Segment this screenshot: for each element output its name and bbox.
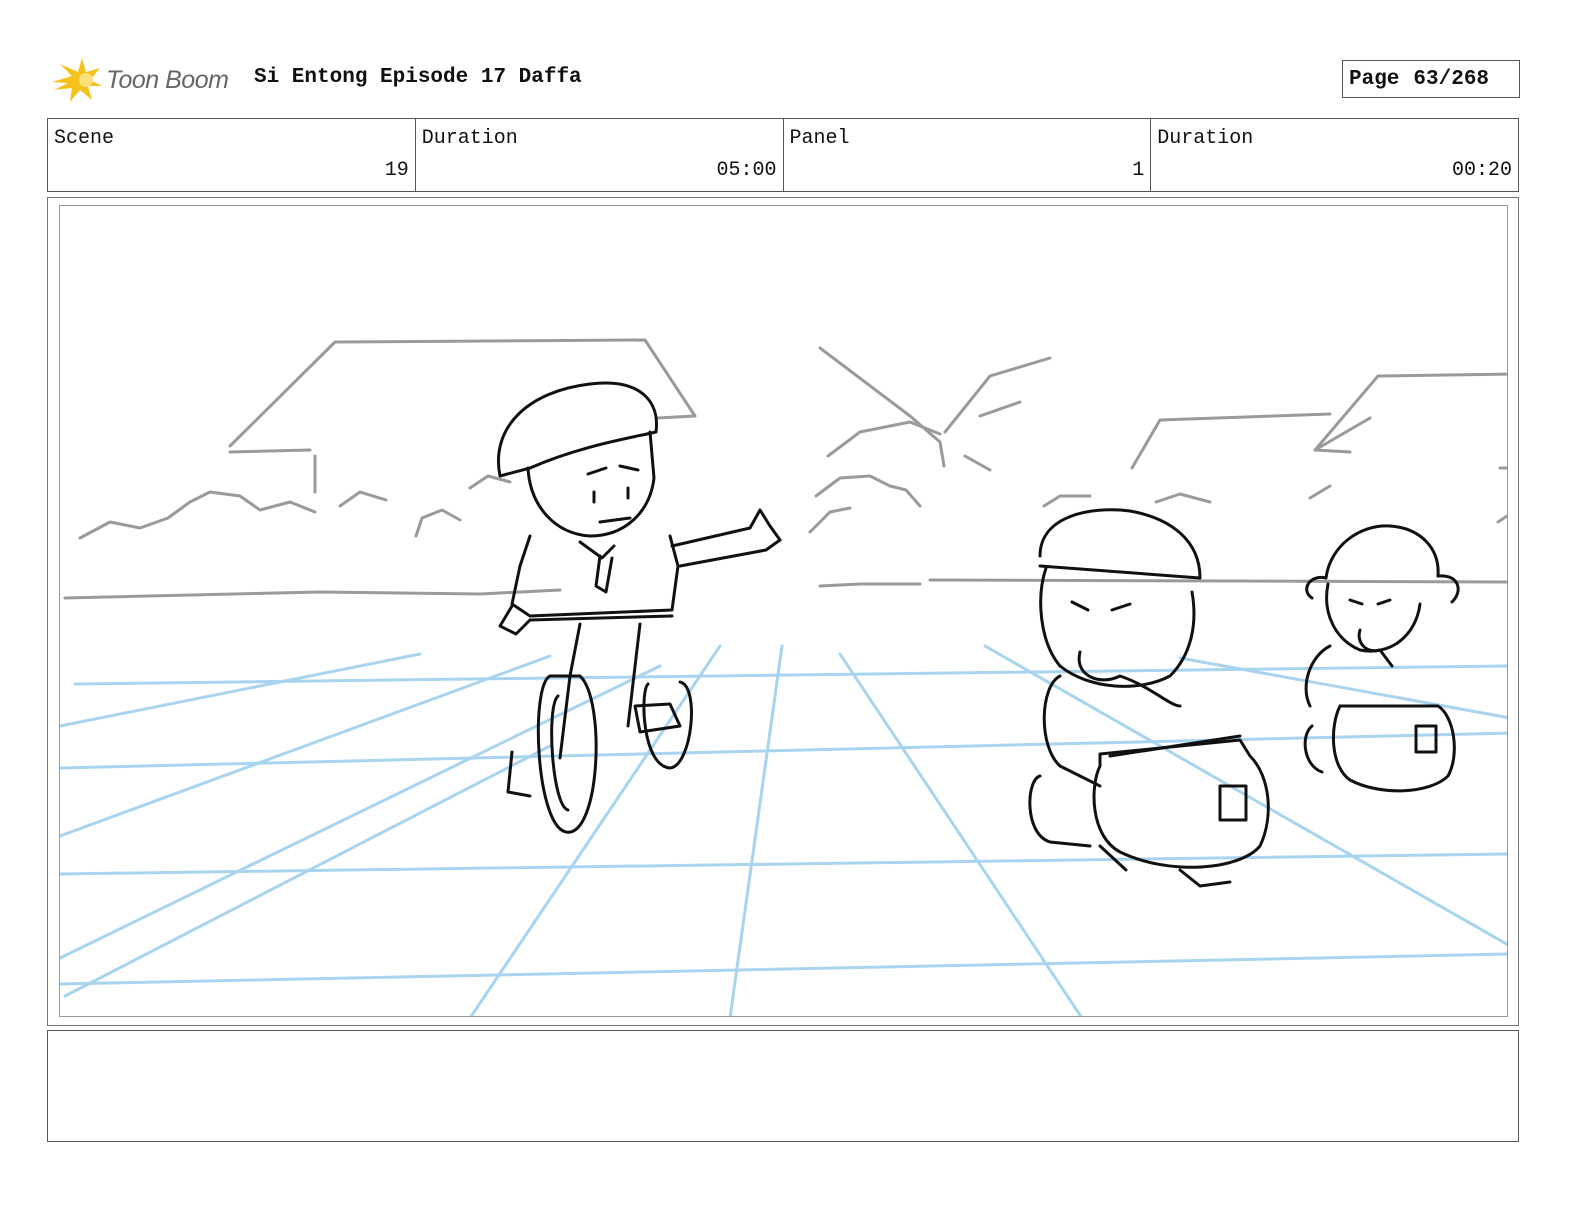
document-title: Si Entong Episode 17 Daffa	[254, 66, 582, 89]
crouching-girl-sketch	[1303, 524, 1460, 793]
storyboard-header: Toon Boom Si Entong Episode 17 Daffa Pag…	[48, 52, 1520, 108]
scene-value: 19	[384, 159, 409, 182]
perspective-grid	[60, 644, 1507, 1016]
panel-frame	[47, 197, 1519, 1026]
page-label: Page	[1349, 67, 1400, 91]
scene-duration-cell: Duration 05:00	[416, 119, 784, 191]
crouching-boy-sketch	[1028, 508, 1270, 888]
flame-logo-icon	[52, 58, 102, 102]
panel-duration-cell: Duration 00:20	[1151, 119, 1518, 191]
panel-duration-label: Duration	[1157, 127, 1254, 150]
toon-boom-logo: Toon Boom	[50, 56, 240, 106]
panel-notes	[47, 1030, 1519, 1142]
scene-duration-label: Duration	[421, 127, 518, 150]
storyboard-sketch	[60, 338, 1507, 1016]
scene-duration-value: 05:00	[716, 159, 777, 182]
page-number: 63/268	[1413, 67, 1490, 91]
panel-duration-value: 00:20	[1451, 159, 1512, 182]
panel-cell: Panel 1	[784, 119, 1152, 191]
panel-image	[59, 205, 1508, 1017]
background-sketch	[63, 338, 1507, 600]
scene-info-table: Scene 19 Duration 05:00 Panel 1 Duration…	[47, 118, 1519, 192]
panel-value: 1	[1132, 159, 1145, 182]
scene-label: Scene	[54, 127, 115, 150]
panel-label: Panel	[789, 127, 850, 150]
scene-cell: Scene 19	[48, 119, 416, 191]
page-indicator: Page 63/268	[1342, 60, 1520, 98]
logo-text: Toon Boom	[106, 66, 229, 94]
